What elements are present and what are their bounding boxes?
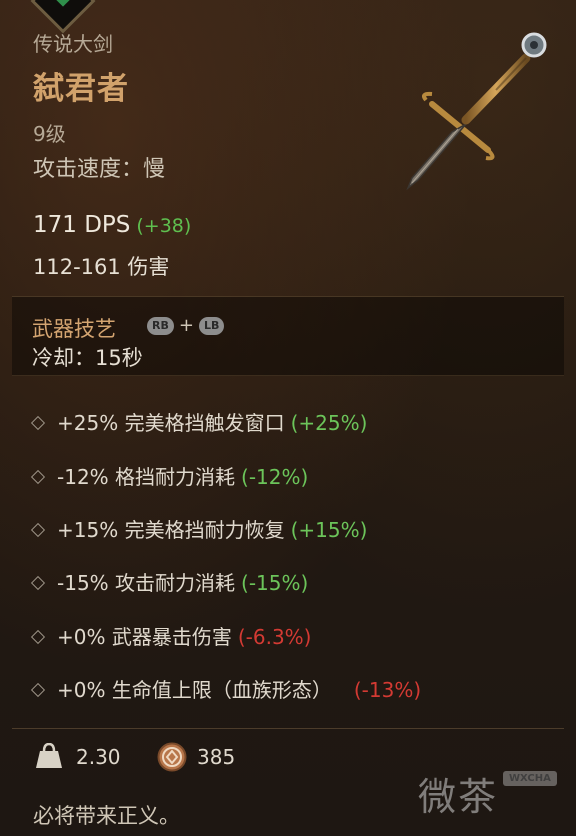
lb-button-icon: LB: [198, 316, 225, 335]
affix-delta: (-13%): [353, 678, 422, 702]
diamond-bullet-icon: [30, 682, 46, 697]
affix-delta: (+25%): [290, 411, 368, 435]
attack-speed: 攻击速度：慢: [33, 157, 166, 182]
affix-delta: (-15%): [241, 571, 309, 595]
diamond-bullet-icon: [30, 469, 46, 484]
item-level: 9级: [33, 122, 66, 146]
affix-delta: (-12%): [241, 465, 309, 489]
item-value: 385: [197, 745, 236, 769]
affix-text: -12% 格挡耐力消耗: [57, 465, 236, 489]
skill-button-combo: RB + LB: [147, 315, 225, 336]
diamond-bullet-icon: [30, 575, 46, 590]
affix-row: -15% 攻击耐力消耗 (-15%): [30, 567, 309, 596]
affix-row: +0% 生命值上限（血族形态） (-13%): [30, 674, 422, 703]
weight-icon: [36, 743, 62, 768]
rb-button-icon: RB: [147, 316, 174, 335]
affix-row: -12% 格挡耐力消耗 (-12%): [30, 461, 309, 490]
footer-divider: [12, 728, 564, 729]
item-name: 弑君者: [33, 71, 129, 107]
affix-text: +25% 完美格挡触发窗口: [57, 411, 285, 435]
affix-text: +0% 武器暴击伤害: [57, 625, 232, 649]
item-tooltip: 传说大剑 弑君者 9级 攻击速度：慢 171 DPS (+38) 112-161 …: [0, 0, 576, 836]
weapon-skill-title: 武器技艺: [32, 317, 116, 341]
dps-value: 171 DPS: [33, 212, 131, 238]
item-subtype: 传说大剑: [33, 32, 113, 56]
affix-text: +0% 生命值上限（血族形态）: [57, 678, 332, 702]
diamond-bullet-icon: [30, 629, 46, 644]
diamond-bullet-icon: [30, 415, 46, 430]
watermark-badge: WXCHA: [503, 771, 557, 786]
item-weight: 2.30: [76, 745, 121, 769]
damage-range: 112-161 伤害: [33, 255, 170, 279]
affix-text: -15% 攻击耐力消耗: [57, 571, 236, 595]
affix-row: +25% 完美格挡触发窗口 (+25%): [30, 407, 368, 436]
plus-sign: +: [178, 315, 194, 336]
affix-delta: (-6.3%): [237, 625, 312, 649]
greatsword-icon: [406, 32, 547, 191]
skill-cooldown: 冷却：15秒: [32, 346, 143, 370]
affix-row: +0% 武器暴击伤害 (-6.3%): [30, 621, 312, 650]
diamond-bullet-icon: [30, 522, 46, 537]
flavor-text: 必将带来正义。: [33, 804, 180, 828]
affix-row: +15% 完美格挡耐力恢复 (+15%): [30, 514, 368, 543]
weapon-skill-panel: 武器技艺 RB + LB 冷却：15秒: [12, 296, 564, 376]
watermark-text: 微茶: [418, 775, 499, 819]
dps-bonus: (+38): [136, 215, 192, 237]
dps-line: 171 DPS (+38): [33, 212, 191, 238]
affix-delta: (+15%): [290, 518, 368, 542]
affix-text: +15% 完美格挡耐力恢复: [57, 518, 285, 542]
coin-icon: [157, 742, 187, 772]
